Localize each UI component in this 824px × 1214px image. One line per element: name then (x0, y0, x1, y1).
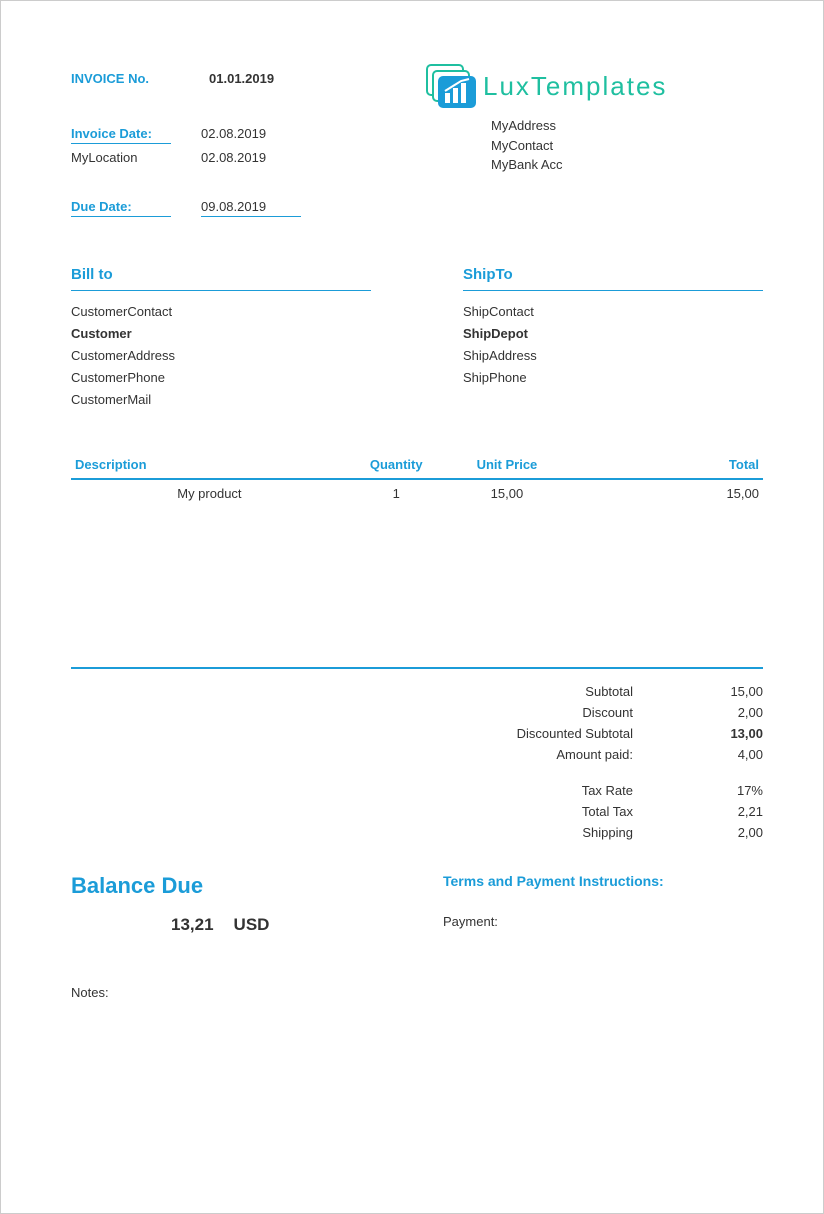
notes-label: Notes: (71, 985, 109, 1000)
parties-row: Bill to CustomerContact Customer Custome… (71, 262, 763, 411)
balance-amount: 13,21 (171, 915, 214, 935)
company-logo-block: LuxTemplates (423, 61, 763, 114)
amount-paid-row: Amount paid: 4,00 (423, 744, 763, 765)
tax-rate-row: Tax Rate 17% (423, 780, 763, 801)
item-unit-price: 15,00 (445, 479, 570, 507)
total-tax-row: Total Tax 2,21 (423, 801, 763, 822)
bill-to-name: Customer (71, 323, 371, 345)
invoice-no-value: 01.01.2019 (209, 71, 274, 86)
subtotal-row: Subtotal 15,00 (423, 681, 763, 702)
balance-row: Balance Due 13,21 USD Terms and Payment … (71, 873, 763, 935)
company-address-block: MyAddress MyContact MyBank Acc (491, 116, 763, 175)
bill-to-contact: CustomerContact (71, 301, 371, 323)
balance-currency: USD (234, 915, 270, 935)
bill-to-mail: CustomerMail (71, 389, 371, 411)
ship-to-name: ShipDepot (463, 323, 763, 345)
discounted-subtotal-label: Discounted Subtotal (423, 726, 693, 741)
location-label: MyLocation (71, 150, 171, 165)
discount-value: 2,00 (693, 705, 763, 720)
table-row: My product 1 15,00 15,00 (71, 479, 763, 507)
ship-to-block: ShipTo ShipContact ShipDepot ShipAddress… (463, 262, 763, 411)
company-address: MyAddress (491, 116, 763, 136)
invoice-number-row: INVOICE No. 01.01.2019 (71, 71, 371, 86)
line-items-table: Description Quantity Unit Price Total My… (71, 451, 763, 507)
location-row: MyLocation 02.08.2019 (71, 150, 371, 165)
ship-to-contact: ShipContact (463, 301, 763, 323)
tax-rate-value: 17% (693, 783, 763, 798)
due-date-value: 09.08.2019 (201, 199, 301, 217)
tax-rate-label: Tax Rate (423, 783, 693, 798)
ship-to-address: ShipAddress (463, 345, 763, 367)
discount-label: Discount (423, 705, 693, 720)
terms-block: Terms and Payment Instructions: Payment: (443, 873, 763, 929)
discount-row: Discount 2,00 (423, 702, 763, 723)
balance-amount-row: 13,21 USD (71, 915, 351, 935)
shipping-row: Shipping 2,00 (423, 822, 763, 843)
item-total: 15,00 (569, 479, 763, 507)
col-unit-price-header: Unit Price (445, 451, 570, 479)
totals-inner: Subtotal 15,00 Discount 2,00 Discounted … (423, 681, 763, 843)
col-description-header: Description (71, 451, 348, 479)
amount-paid-label: Amount paid: (423, 747, 693, 762)
tax-block: Tax Rate 17% Total Tax 2,21 Shipping 2,0… (423, 780, 763, 843)
col-total-header: Total (569, 451, 763, 479)
header-row: INVOICE No. 01.01.2019 Invoice Date: 02.… (71, 71, 763, 217)
bill-to-phone: CustomerPhone (71, 367, 371, 389)
ship-to-phone: ShipPhone (463, 367, 763, 389)
company-name: LuxTemplates (483, 71, 667, 102)
invoice-date-value: 02.08.2019 (201, 126, 266, 144)
due-date-row: Due Date: 09.08.2019 (71, 199, 371, 217)
invoice-meta: Invoice Date: 02.08.2019 MyLocation 02.0… (71, 126, 371, 217)
due-date-label: Due Date: (71, 199, 171, 217)
invoice-no-label: INVOICE No. (71, 71, 149, 86)
shipping-label: Shipping (423, 825, 693, 840)
table-header-row: Description Quantity Unit Price Total (71, 451, 763, 479)
company-bank: MyBank Acc (491, 155, 763, 175)
balance-due-title: Balance Due (71, 873, 351, 899)
balance-left: Balance Due 13,21 USD (71, 873, 351, 935)
notes-block: Notes: (71, 985, 763, 1000)
col-quantity-header: Quantity (348, 451, 445, 479)
totals-block: Subtotal 15,00 Discount 2,00 Discounted … (71, 681, 763, 843)
total-tax-value: 2,21 (693, 804, 763, 819)
logo-chart-icon (423, 61, 483, 114)
subtotal-label: Subtotal (423, 684, 693, 699)
header-right: LuxTemplates MyAddress MyContact MyBank … (423, 71, 763, 175)
ship-to-title: ShipTo (463, 262, 763, 291)
total-tax-label: Total Tax (423, 804, 693, 819)
bill-to-title: Bill to (71, 262, 371, 291)
shipping-value: 2,00 (693, 825, 763, 840)
totals-divider (71, 667, 763, 669)
item-description: My product (71, 479, 348, 507)
amount-paid-value: 4,00 (693, 747, 763, 762)
header-left: INVOICE No. 01.01.2019 Invoice Date: 02.… (71, 71, 371, 217)
bill-to-block: Bill to CustomerContact Customer Custome… (71, 262, 371, 411)
location-value: 02.08.2019 (201, 150, 266, 165)
invoice-page: INVOICE No. 01.01.2019 Invoice Date: 02.… (0, 0, 824, 1214)
discounted-subtotal-row: Discounted Subtotal 13,00 (423, 723, 763, 744)
invoice-date-row: Invoice Date: 02.08.2019 (71, 126, 371, 144)
subtotal-value: 15,00 (693, 684, 763, 699)
terms-title: Terms and Payment Instructions: (443, 873, 763, 889)
payment-label: Payment: (443, 914, 763, 929)
item-quantity: 1 (348, 479, 445, 507)
discounted-subtotal-value: 13,00 (693, 726, 763, 741)
bill-to-address: CustomerAddress (71, 345, 371, 367)
invoice-date-label: Invoice Date: (71, 126, 171, 144)
company-contact: MyContact (491, 136, 763, 156)
